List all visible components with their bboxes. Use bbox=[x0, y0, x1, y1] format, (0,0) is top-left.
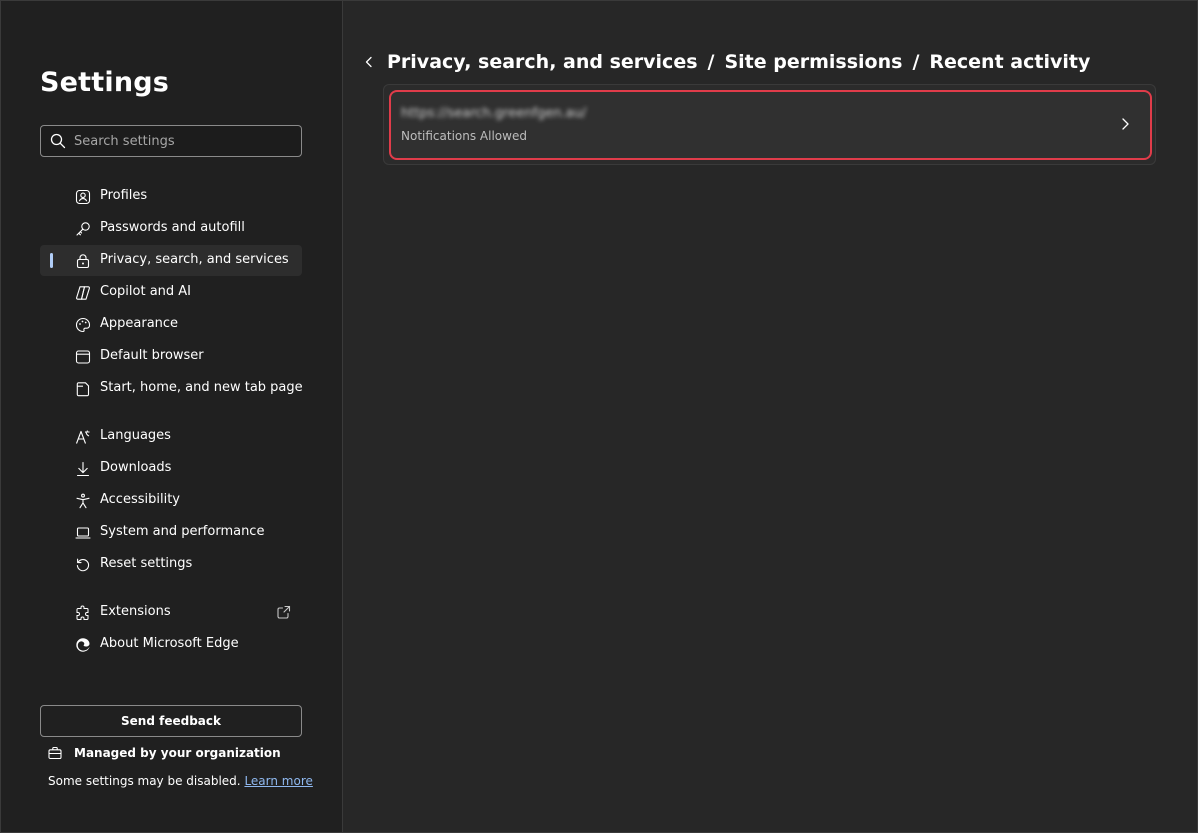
copilot-icon bbox=[74, 284, 92, 302]
settings-window: Settings Profiles Passwords and autofill bbox=[0, 0, 1198, 833]
sidebar-item-label: Default browser bbox=[100, 348, 204, 363]
palette-icon bbox=[74, 316, 92, 334]
sidebar-item-label: Downloads bbox=[100, 460, 172, 475]
sidebar-item-label: Privacy, search, and services bbox=[100, 252, 289, 267]
search-input[interactable] bbox=[74, 133, 294, 149]
disabled-note: Some settings may be disabled. Learn mor… bbox=[48, 774, 313, 788]
learn-more-link[interactable]: Learn more bbox=[244, 774, 312, 788]
key-icon bbox=[74, 220, 92, 238]
new-tab-icon bbox=[74, 380, 92, 398]
settings-title: Settings bbox=[40, 67, 170, 98]
sidebar-item-label: Appearance bbox=[100, 316, 179, 331]
sidebar-item-label: Copilot and AI bbox=[100, 284, 192, 299]
active-indicator bbox=[50, 253, 53, 268]
sidebar-item-label: Extensions bbox=[100, 604, 171, 619]
sidebar-item-privacy[interactable]: Privacy, search, and services bbox=[40, 245, 302, 276]
sidebar-item-label: Start, home, and new tab page bbox=[100, 380, 303, 395]
sidebar-item-label: Accessibility bbox=[100, 492, 180, 507]
lock-icon bbox=[74, 252, 92, 270]
search-box[interactable] bbox=[40, 125, 302, 157]
breadcrumb-privacy[interactable]: Privacy, search, and services bbox=[387, 51, 698, 73]
breadcrumb-site-permissions[interactable]: Site permissions bbox=[724, 51, 902, 73]
sidebar-item-copilot[interactable]: Copilot and AI bbox=[40, 277, 302, 308]
sidebar-item-label: Profiles bbox=[100, 188, 148, 203]
laptop-icon bbox=[74, 524, 92, 542]
download-icon bbox=[74, 460, 92, 478]
chevron-left-icon bbox=[365, 56, 372, 68]
sidebar-item-appearance[interactable]: Appearance bbox=[40, 309, 302, 340]
breadcrumb-recent-activity: Recent activity bbox=[929, 51, 1091, 73]
sidebar: Settings Profiles Passwords and autofill bbox=[1, 1, 343, 832]
browser-icon bbox=[74, 348, 92, 366]
briefcase-icon bbox=[48, 746, 62, 760]
site-permission-status: Notifications Allowed bbox=[401, 129, 527, 143]
send-feedback-button[interactable]: Send feedback bbox=[40, 705, 302, 737]
sidebar-item-label: Languages bbox=[100, 428, 171, 443]
sidebar-item-about[interactable]: About Microsoft Edge bbox=[40, 629, 302, 660]
profile-icon bbox=[74, 188, 92, 206]
sidebar-item-downloads[interactable]: Downloads bbox=[40, 453, 302, 484]
back-button[interactable] bbox=[363, 50, 379, 74]
reset-icon bbox=[74, 556, 92, 574]
recent-activity-card: https://search.greenfgen.au/ Notificatio… bbox=[383, 84, 1156, 165]
edge-logo-icon bbox=[74, 636, 92, 654]
managed-notice: Managed by your organization bbox=[48, 746, 281, 760]
sidebar-item-profiles[interactable]: Profiles bbox=[40, 181, 302, 212]
languages-icon bbox=[74, 428, 92, 446]
accessibility-icon bbox=[74, 492, 92, 510]
sidebar-item-reset[interactable]: Reset settings bbox=[40, 549, 302, 580]
sidebar-item-passwords[interactable]: Passwords and autofill bbox=[40, 213, 302, 244]
sidebar-item-accessibility[interactable]: Accessibility bbox=[40, 485, 302, 516]
sidebar-item-label: About Microsoft Edge bbox=[100, 636, 239, 651]
sidebar-item-label: Passwords and autofill bbox=[100, 220, 245, 235]
site-url: https://search.greenfgen.au/ bbox=[401, 106, 587, 121]
main-content: Privacy, search, and services / Site per… bbox=[343, 1, 1198, 832]
search-icon bbox=[50, 133, 66, 149]
sidebar-item-label: Reset settings bbox=[100, 556, 193, 571]
sidebar-item-extensions[interactable]: Extensions bbox=[40, 597, 302, 628]
puzzle-icon bbox=[74, 604, 92, 622]
breadcrumb: Privacy, search, and services / Site per… bbox=[363, 48, 1090, 76]
breadcrumb-separator: / bbox=[707, 51, 715, 73]
chevron-right-icon bbox=[1118, 116, 1132, 135]
managed-label: Managed by your organization bbox=[74, 746, 281, 760]
sidebar-item-start-home[interactable]: Start, home, and new tab page bbox=[40, 373, 303, 404]
sidebar-item-label: System and performance bbox=[100, 524, 265, 539]
sidebar-item-default-browser[interactable]: Default browser bbox=[40, 341, 302, 372]
sidebar-item-languages[interactable]: Languages bbox=[40, 421, 302, 452]
site-activity-row[interactable]: https://search.greenfgen.au/ Notificatio… bbox=[389, 90, 1152, 160]
external-link-icon bbox=[276, 604, 292, 624]
breadcrumb-separator: / bbox=[912, 51, 920, 73]
sidebar-item-system[interactable]: System and performance bbox=[40, 517, 302, 548]
disabled-note-text: Some settings may be disabled. bbox=[48, 774, 241, 788]
